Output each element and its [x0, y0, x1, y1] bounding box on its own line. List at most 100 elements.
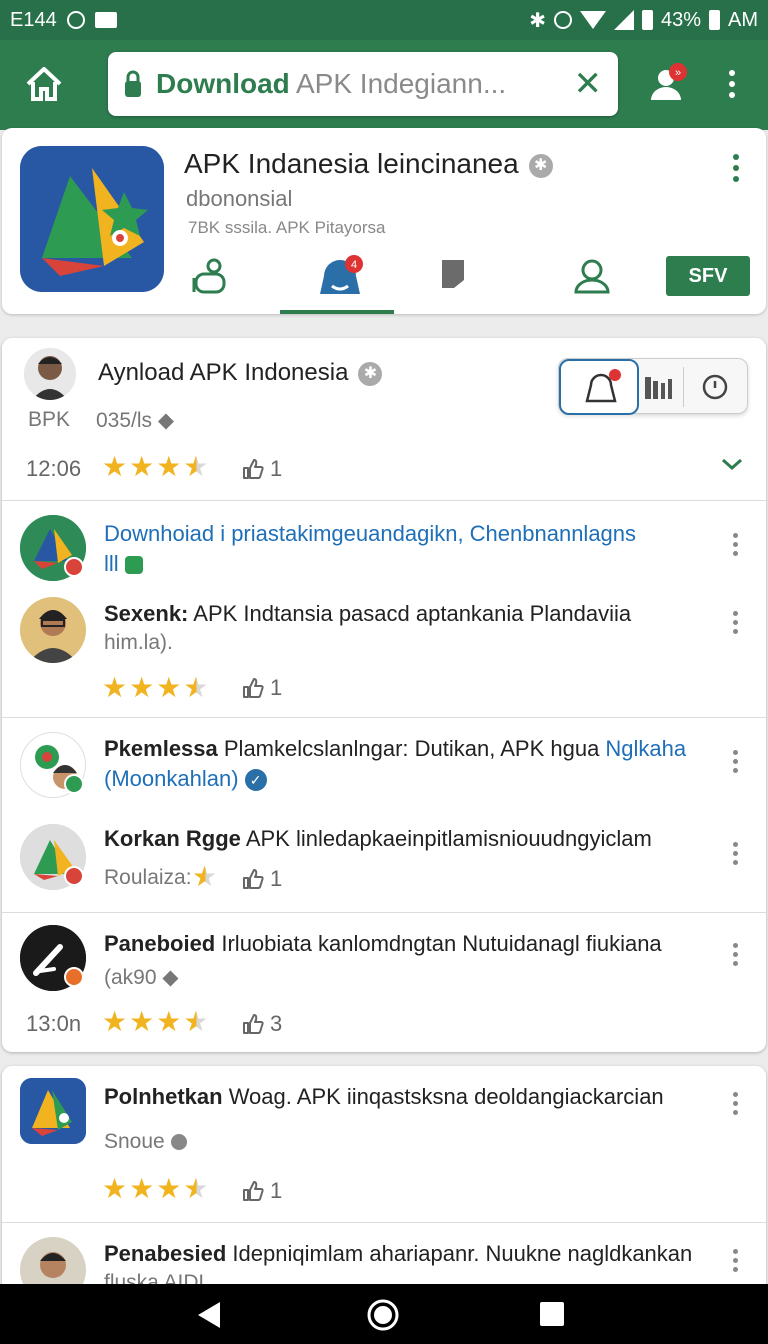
post-subtext: him.la).: [104, 631, 173, 654]
star-icon: ★: [102, 1173, 128, 1204]
verified-gear-icon: ✱: [528, 153, 553, 178]
battery-full-icon: [709, 10, 720, 30]
item-overflow-button[interactable]: [730, 842, 740, 869]
post-subtext-text: Snoue: [104, 1130, 165, 1153]
dot-icon: [732, 768, 738, 773]
dot-icon: [732, 629, 738, 634]
post-body: Woag. APK iinqastsksna deoldangiackarcia…: [222, 1084, 664, 1109]
app-overflow-button[interactable]: [728, 154, 744, 187]
system-nav-bar: [0, 1284, 768, 1344]
post-text: Pkemlessa Plamkelcslanlngar: Dutikan, AP…: [104, 734, 704, 794]
verified-gear-icon: ✱: [358, 361, 383, 386]
post-body: Plamkelcslanlngar: Dutikan, APK hgua: [217, 736, 606, 761]
star-icon: ★: [129, 451, 155, 482]
tab-share[interactable]: [190, 254, 230, 314]
item-overflow-button[interactable]: [730, 1092, 740, 1119]
stats-action-button[interactable]: [643, 373, 679, 401]
app-logo[interactable]: [20, 1078, 86, 1144]
group-link[interactable]: Downhoiad i priastakimgeuandagikn, Chenb…: [104, 519, 694, 579]
home-button[interactable]: [22, 62, 66, 106]
post-subtext-text: (ak90: [104, 966, 157, 989]
status-bar: E144 ✱ 43% AM: [0, 0, 768, 40]
app-meta: 7BK sssila. APK Pitayorsa: [188, 218, 386, 237]
signal-icon: [613, 10, 634, 30]
alarm-icon: [553, 11, 572, 29]
feed-header-row[interactable]: Aynload APK Indonesia ✱ BPK 035/ls ◆ 12:0…: [2, 338, 766, 500]
account-button[interactable]: »: [648, 62, 688, 106]
post-author[interactable]: Polnhetkan: [104, 1084, 223, 1109]
like-count[interactable]: 1: [242, 1178, 282, 1204]
post-text: Sexenk: APK Indtansia pasacd aptankania …: [104, 599, 704, 629]
star-rating: ★ ★ ★ ★: [102, 1172, 208, 1205]
thumb-up-icon: [243, 678, 264, 698]
like-count-value: 3: [270, 1011, 283, 1036]
url-bar[interactable]: Download APK Indegiann... ✕: [108, 52, 618, 116]
lock-icon: [124, 70, 142, 98]
tab-notifications[interactable]: 4: [314, 254, 366, 314]
like-count[interactable]: 1: [242, 456, 282, 482]
item-overflow-button[interactable]: [730, 611, 740, 638]
sync-icon: [66, 11, 85, 29]
feed-group: Polnhetkan Woag. APK iinqastsksna deolda…: [2, 1066, 766, 1222]
dot-icon: [732, 611, 738, 616]
dot-icon: [732, 533, 738, 538]
star-half-icon: ★: [183, 451, 209, 482]
home-nav-button[interactable]: [366, 1298, 400, 1332]
dot-icon: [732, 860, 738, 865]
avatar[interactable]: [20, 597, 86, 663]
post-text: Polnhetkan Woag. APK iinqastsksna deolda…: [104, 1082, 704, 1112]
star-rating: ★ ★ ★ ★: [102, 1005, 208, 1038]
dot-icon: [732, 1258, 738, 1263]
tab-indicator: [280, 310, 394, 314]
like-count[interactable]: 3: [242, 1011, 282, 1037]
expand-button[interactable]: [720, 454, 744, 474]
battery-percent: 43%: [660, 8, 701, 31]
group-link-suffix: lll: [104, 551, 119, 576]
dot-icon: [732, 961, 738, 966]
notify-action-button[interactable]: [559, 359, 639, 415]
dot-icon: [732, 1101, 738, 1106]
star-icon: ★: [129, 1006, 155, 1037]
back-button[interactable]: [196, 1300, 222, 1330]
recents-button[interactable]: [540, 1302, 564, 1326]
url-text[interactable]: Download APK Indegiann...: [156, 68, 564, 100]
dot-icon: [732, 542, 738, 547]
tab-bookmark[interactable]: [440, 254, 468, 314]
feed-header-count: 035/ls ◆: [96, 408, 174, 433]
post-subtext: (ak90 ◆: [104, 965, 179, 990]
like-count[interactable]: 1: [242, 675, 282, 701]
like-count-value: 1: [270, 1178, 283, 1203]
star-half-icon: ★: [192, 861, 218, 892]
overflow-menu-button[interactable]: [722, 70, 742, 102]
app-logo[interactable]: [20, 146, 164, 292]
post-author[interactable]: Korkan Rgge: [104, 826, 241, 851]
notifications-icon: 4: [320, 255, 363, 294]
post-body: Idepniqimlam ahariapanr. Nuukne nagldkan…: [226, 1241, 693, 1266]
close-icon[interactable]: ✕: [574, 67, 603, 101]
post-author[interactable]: Pkemlessa: [104, 736, 218, 761]
item-overflow-button[interactable]: [730, 750, 740, 777]
share-icon: [192, 258, 226, 294]
post-body: APK linledapkaeinpitlamisniouudngyiclam: [240, 826, 652, 851]
feed-header-label: BPK: [28, 408, 71, 431]
dot-icon: [732, 551, 738, 556]
post-author[interactable]: Sexenk:: [104, 601, 188, 626]
tab-person[interactable]: [572, 254, 612, 314]
avatar[interactable]: [24, 348, 76, 400]
history-action-button[interactable]: [701, 373, 729, 401]
like-count[interactable]: 1: [242, 866, 282, 892]
item-overflow-button[interactable]: [730, 943, 740, 970]
status-badge: [64, 774, 84, 794]
post-subtext: Roulaiza:: [104, 866, 192, 889]
item-overflow-button[interactable]: [730, 1249, 740, 1276]
post-author[interactable]: Paneboied: [104, 931, 215, 956]
feed-group: Paneboied Irluobiata kanlomdngtan Nutuid…: [2, 913, 766, 1052]
like-count-value: 1: [270, 675, 283, 700]
dot-icon: [732, 943, 738, 948]
post-author[interactable]: Penabesied: [104, 1241, 226, 1266]
save-button[interactable]: SFV: [666, 256, 750, 296]
feed-group: Pkemlessa Plamkelcslanlngar: Dutikan, AP…: [2, 718, 766, 912]
status-badge: [64, 866, 84, 886]
item-overflow-button[interactable]: [730, 533, 740, 560]
app-developer[interactable]: dbononsial: [186, 186, 292, 212]
